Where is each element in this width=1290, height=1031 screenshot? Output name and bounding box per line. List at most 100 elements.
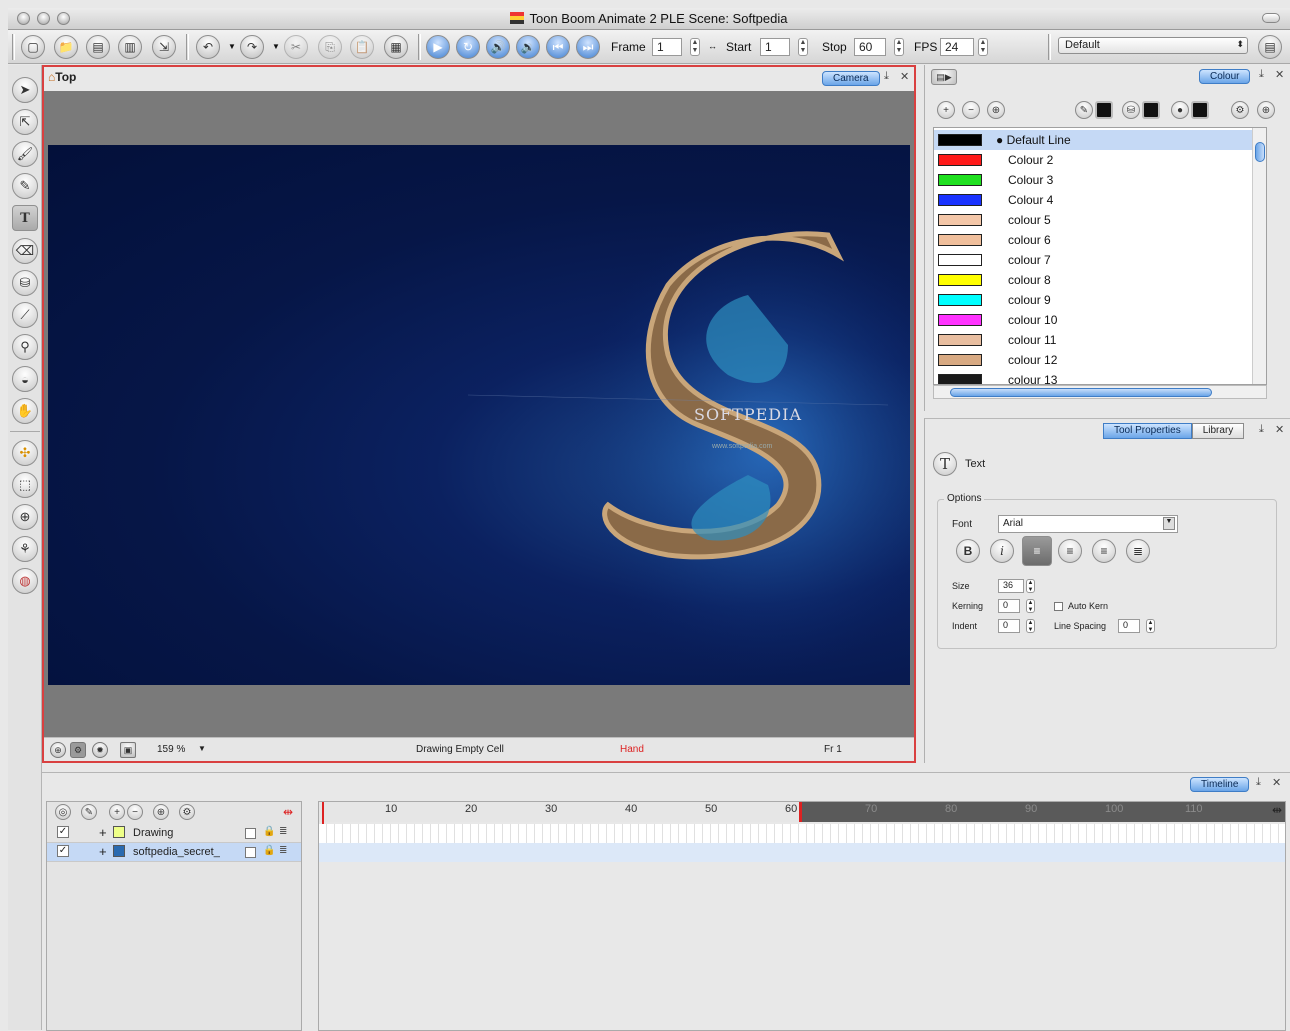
dropper-tool[interactable]: ⚲ [12,334,38,360]
scroll-thumb[interactable] [950,388,1212,397]
brush-colour-icon[interactable]: ✎ [1075,101,1093,119]
colour-item[interactable]: colour 10 [934,310,1266,330]
expand-timeline-icon[interactable]: ⇹ [1272,803,1282,817]
panel-menu-icon[interactable]: ⤓ [1256,776,1261,789]
collapse-icon[interactable]: ⇹ [283,805,293,819]
add-layer-icon[interactable]: + [109,804,125,820]
colour-item[interactable]: ● Default Line [934,130,1266,150]
new-scene-button[interactable]: ▢ [21,35,45,59]
layer-lock-checkbox[interactable] [245,847,256,858]
workspace-manager-button[interactable]: ▤ [1258,35,1282,59]
add-colour-icon[interactable]: + [937,101,955,119]
pencil-tool[interactable]: ✎ [12,173,38,199]
panel-menu-icon[interactable]: ⤓ [1259,68,1264,81]
tab-camera[interactable]: Camera [822,71,880,86]
text-tool[interactable]: T [12,205,38,231]
fps-stepper[interactable]: ▲ ▼ [978,38,988,56]
bold-button[interactable]: B [956,539,980,563]
frame-track-image[interactable] [319,843,1285,862]
add-texture-icon[interactable]: ⊕ [987,101,1005,119]
toolbar-toggle-button[interactable] [1262,13,1280,23]
copy-button[interactable]: ⎘ [318,35,342,59]
colour-item[interactable]: colour 6 [934,230,1266,250]
save-button[interactable]: ▤ [86,35,110,59]
close-panel-icon[interactable]: ✕ [900,70,909,83]
stop-stepper[interactable]: ▲ ▼ [894,38,904,56]
save-as-button[interactable]: ▥ [118,35,142,59]
preview-mode-icon[interactable]: ▣ [120,742,136,758]
undo-button[interactable]: ↶ [196,35,220,59]
line-spacing-stepper[interactable]: ▲ ▼ [1146,619,1155,633]
colour-item[interactable]: colour 9 [934,290,1266,310]
remove-colour-icon[interactable]: − [962,101,980,119]
paint-colour-icon[interactable]: ⛁ [1122,101,1140,119]
frame-track-drawing[interactable] [319,824,1285,843]
panel-layout-icon[interactable]: ▤▶ [931,69,957,85]
tab-tool-properties[interactable]: Tool Properties [1103,423,1192,439]
start-stepper[interactable]: ▲ ▼ [798,38,808,56]
layer-lock-checkbox[interactable] [245,828,256,839]
layer-visible-checkbox[interactable]: ✓ [57,845,69,857]
palette-options-icon[interactable]: ⚙ [1231,101,1249,119]
render-gear-icon[interactable]: ✹ [92,742,108,758]
select-tool[interactable]: ➤ [12,77,38,103]
font-select[interactable]: Arial ▼ [998,515,1178,533]
add-peg-icon[interactable]: ⊕ [153,804,169,820]
colour-item[interactable]: Colour 4 [934,190,1266,210]
colour-list-scrollbar[interactable] [1252,128,1266,384]
add-drawing-layer-icon[interactable]: ✎ [81,804,97,820]
cut-button[interactable]: ✂ [284,35,308,59]
italic-button[interactable]: i [990,539,1014,563]
sound-button[interactable]: 🔊 [486,35,510,59]
indent-stepper[interactable]: ▲ ▼ [1026,619,1035,633]
open-scene-button[interactable]: 📁 [54,35,78,59]
frame-stepper[interactable]: ▲ ▼ [690,38,700,56]
colour-item[interactable]: Colour 3 [934,170,1266,190]
expand-icon[interactable]: + [99,844,107,859]
zoom-dropdown-icon[interactable]: ▼ [198,744,206,753]
zoom-level[interactable]: 159 % [157,744,185,755]
tab-colour[interactable]: Colour [1199,69,1251,84]
panel-menu-icon[interactable]: ⤓ [1259,423,1264,436]
import-button[interactable]: ⇲ [152,35,176,59]
justify-button[interactable]: ≣ [1126,539,1150,563]
settings-gear-icon[interactable]: ⚙ [70,742,86,758]
colour-item[interactable]: colour 13 [934,370,1266,384]
first-frame-button[interactable]: ⏮ [546,35,570,59]
scroll-thumb[interactable] [1255,142,1265,162]
redo-menu-arrow[interactable]: ▼ [272,42,280,51]
rotate-view-tool[interactable]: ◒ [12,366,38,392]
line-tool[interactable]: ⟋ [12,302,38,328]
reset-view-icon[interactable]: ⊕ [50,742,66,758]
view-home[interactable]: ⌂Top [48,70,76,84]
colour-item[interactable]: colour 5 [934,210,1266,230]
layer-properties-icon[interactable]: ⚙ [179,804,195,820]
library-button[interactable]: ▦ [384,35,408,59]
indent-input[interactable]: 0 [998,619,1020,633]
pivot-tool[interactable]: ⊕ [12,504,38,530]
align-left-button[interactable]: ≡ [1022,536,1052,566]
auto-kern-checkbox[interactable] [1054,602,1063,611]
frames-pane[interactable]: 10 20 30 40 50 60 70 80 90 100 110 ⇹ [318,801,1286,1031]
frame-ruler[interactable]: 10 20 30 40 50 60 70 80 90 100 110 ⇹ [319,802,1285,822]
transform-tool[interactable]: ⬚ [12,472,38,498]
drawing-stage[interactable]: SOFTPEDIA www.softpedia.com [48,145,910,685]
layer-visible-checkbox[interactable]: ✓ [57,826,69,838]
close-panel-icon[interactable]: ✕ [1272,776,1281,789]
colour-item[interactable]: Colour 2 [934,150,1266,170]
colour-item[interactable]: colour 12 [934,350,1266,370]
play-button[interactable]: ▶ [426,35,450,59]
frame-input[interactable]: 1 [652,38,682,56]
palette-list-icon[interactable]: ⊕ [1257,101,1275,119]
line-colour-icon[interactable]: ● [1171,101,1189,119]
onion-skin-icon[interactable]: ◎ [55,804,71,820]
expand-icon[interactable]: + [99,825,107,840]
kerning-stepper[interactable]: ▲ ▼ [1026,599,1035,613]
brush-colour-swatch[interactable] [1095,101,1113,119]
hand-tool[interactable]: ✋ [12,398,38,424]
size-input[interactable]: 36 [998,579,1024,593]
close-panel-icon[interactable]: ✕ [1275,68,1284,81]
loop-button[interactable]: ↻ [456,35,480,59]
paste-button[interactable]: 📋 [350,35,374,59]
contour-editor-tool[interactable]: ⇱ [12,109,38,135]
